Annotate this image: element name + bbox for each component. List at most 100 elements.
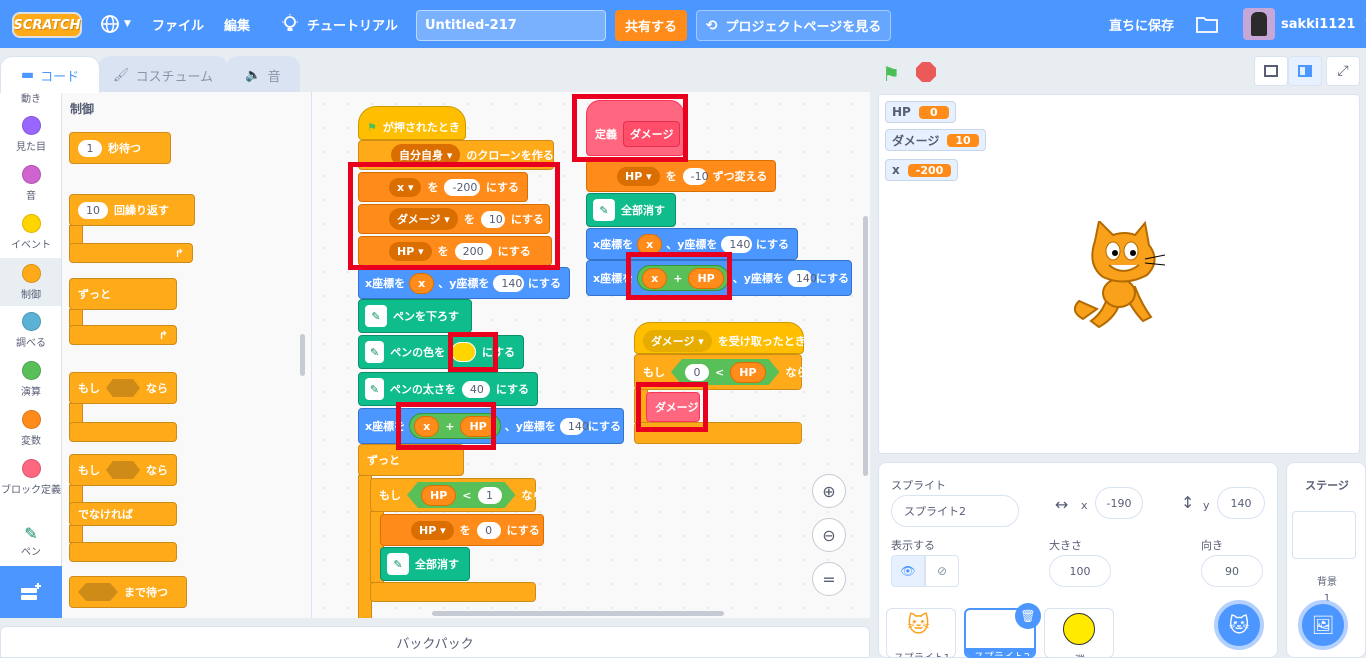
- tab-sounds[interactable]: 🔈 音: [226, 56, 300, 93]
- pen-size-input[interactable]: 40: [461, 380, 490, 398]
- if-else-block[interactable]: もし なら: [69, 454, 177, 486]
- see-project-page-label: プロジェクトページを見る: [725, 20, 882, 35]
- set-pen-color-block[interactable]: ✎ ペンの色を にする: [358, 335, 524, 369]
- category-label: 動き: [21, 94, 41, 105]
- category-motion[interactable]: 動き: [0, 92, 61, 105]
- variable-reporter[interactable]: x: [409, 272, 435, 294]
- y-input[interactable]: 140: [559, 417, 589, 435]
- show-sprite-button[interactable]: 👁: [891, 555, 925, 587]
- palette-scrollbar[interactable]: [300, 334, 305, 376]
- clear-block[interactable]: ✎ 全部消す: [586, 193, 676, 227]
- add-extension-button[interactable]: [0, 566, 62, 618]
- choose-sprite-button[interactable]: 🐱: [1214, 600, 1264, 650]
- sprite-tile-3[interactable]: 弾: [1044, 608, 1114, 658]
- hide-sprite-button[interactable]: ⊘: [925, 555, 959, 587]
- goto-xy-block[interactable]: x座標を x 、y座標を 140 にする: [358, 267, 570, 299]
- set-pen-size-block[interactable]: ✎ ペンの太さを 40 にする: [358, 372, 538, 406]
- sprite-tile-1[interactable]: 🐱 スプライト1: [886, 608, 956, 658]
- repeat-block[interactable]: 10 回繰り返す: [69, 194, 195, 226]
- category-events[interactable]: イベント: [0, 214, 61, 251]
- wait-block[interactable]: 1 秒待つ: [69, 132, 171, 164]
- small-stage-button[interactable]: [1254, 56, 1288, 86]
- stage-thumbnail[interactable]: [1292, 511, 1356, 559]
- fullscreen-button[interactable]: ⤢: [1326, 56, 1360, 86]
- tutorials-button[interactable]: チュートリアル: [281, 0, 398, 48]
- green-flag-icon[interactable]: ⚑: [882, 62, 900, 86]
- account-menu[interactable]: sakki1121 ▼: [1243, 0, 1366, 48]
- see-project-page-button[interactable]: ⟲ プロジェクトページを見る: [696, 10, 891, 41]
- share-button[interactable]: 共有する: [615, 10, 687, 41]
- message-dropdown[interactable]: ダメージ ▾: [643, 330, 712, 352]
- clear-block[interactable]: ✎ 全部消す: [380, 547, 470, 581]
- x-input[interactable]: -190: [1095, 487, 1143, 519]
- tab-code[interactable]: ▬ コード: [0, 56, 100, 93]
- script-area[interactable]: ⚑ が押されたとき 自分自身 ▾ のクローンを作る x ▾ を -200 にする…: [312, 92, 870, 618]
- dropdown-value: 自分自身: [399, 149, 443, 162]
- category-sensing[interactable]: 調べる: [0, 312, 61, 349]
- save-now-button[interactable]: 直ちに保存: [1109, 0, 1174, 48]
- y-input[interactable]: 140: [721, 235, 752, 253]
- variable-dropdown[interactable]: HP ▾: [617, 166, 660, 186]
- less-than-operator[interactable]: HP < 1: [407, 482, 516, 508]
- avatar: [1243, 8, 1275, 40]
- scratch-cat-sprite[interactable]: [1069, 221, 1169, 331]
- variable-reporter[interactable]: HP: [730, 361, 766, 383]
- value-input[interactable]: -10: [682, 167, 709, 185]
- sprite-tile-label: 弾: [1045, 651, 1113, 657]
- category-looks[interactable]: 見た目: [0, 116, 61, 153]
- zoom-reset-button[interactable]: =: [812, 562, 846, 596]
- delete-sprite-button[interactable]: 🗑: [1015, 603, 1041, 629]
- direction-input[interactable]: 90: [1201, 555, 1263, 587]
- category-operators[interactable]: 演算: [0, 361, 61, 398]
- when-receive-block[interactable]: ダメージ ▾ を受け取ったとき: [634, 322, 806, 354]
- forever-block[interactable]: ずっと: [69, 278, 177, 310]
- category-label: ブロック定義: [1, 485, 61, 496]
- zoom-in-button[interactable]: ⊕: [812, 474, 846, 508]
- pen-down-block[interactable]: ✎ ペンを下ろす: [358, 299, 472, 333]
- variable-dropdown[interactable]: HP ▾: [411, 520, 454, 540]
- compare-input[interactable]: 0: [685, 363, 709, 381]
- backpack-panel[interactable]: バックパック: [0, 626, 870, 658]
- y-input[interactable]: 140: [493, 274, 524, 292]
- scratch-logo[interactable]: SCRATCH: [12, 12, 82, 38]
- variable-monitor-x[interactable]: x -200: [885, 159, 959, 181]
- vertical-scrollbar[interactable]: [863, 216, 868, 476]
- category-control[interactable]: 制御: [0, 258, 61, 306]
- y-input[interactable]: 140: [1217, 487, 1265, 519]
- language-menu[interactable]: ▼: [100, 0, 131, 48]
- username: sakki1121: [1281, 16, 1356, 32]
- direction-label: 向き: [1201, 539, 1223, 552]
- tab-costumes[interactable]: 🖌 コスチューム: [98, 56, 228, 93]
- variable-monitor-damage[interactable]: ダメージ 10: [885, 129, 986, 151]
- file-menu[interactable]: ファイル: [152, 0, 204, 48]
- zoom-out-button[interactable]: ⊖: [812, 518, 846, 552]
- category-variables[interactable]: 変数: [0, 410, 61, 447]
- category-pen[interactable]: ✎ ペン: [0, 524, 61, 558]
- category-sound[interactable]: 音: [0, 165, 61, 202]
- compare-input[interactable]: 1: [477, 486, 502, 504]
- large-stage-button[interactable]: [1288, 56, 1322, 86]
- if-block[interactable]: もし なら: [69, 372, 177, 404]
- size-input[interactable]: 100: [1049, 555, 1111, 587]
- when-flag-clicked-block[interactable]: ⚑ が押されたとき: [358, 106, 466, 140]
- project-title-input[interactable]: Untitled-217: [416, 10, 606, 41]
- change-hp-block[interactable]: HP ▾ を -10 ずつ変える: [586, 160, 776, 192]
- repeat-input[interactable]: 10: [78, 201, 108, 219]
- horizontal-scrollbar[interactable]: [432, 611, 724, 616]
- wait-until-block[interactable]: まで待つ: [69, 576, 187, 608]
- if-block[interactable]: もし HP < 1 なら: [370, 478, 544, 512]
- stage-header: ⚑ ⤢: [878, 56, 1366, 92]
- y-input[interactable]: 140: [787, 269, 817, 287]
- variable-reporter[interactable]: HP: [421, 484, 457, 506]
- choose-backdrop-button[interactable]: 🖼: [1298, 600, 1348, 650]
- category-my-blocks[interactable]: ブロック定義: [0, 459, 61, 496]
- stage-canvas[interactable]: HP 0 ダメージ 10 x -200: [878, 94, 1360, 454]
- stop-icon[interactable]: [916, 62, 936, 82]
- wait-input[interactable]: 1: [78, 139, 102, 157]
- value-input[interactable]: 0: [476, 521, 501, 539]
- edit-menu[interactable]: 編集: [224, 0, 250, 48]
- sprite-name-input[interactable]: スプライト2: [891, 495, 1019, 527]
- set-hp-block[interactable]: HP ▾ を 0 にする: [380, 514, 544, 546]
- variable-monitor-hp[interactable]: HP 0: [885, 101, 956, 123]
- my-stuff-button[interactable]: [1196, 0, 1218, 48]
